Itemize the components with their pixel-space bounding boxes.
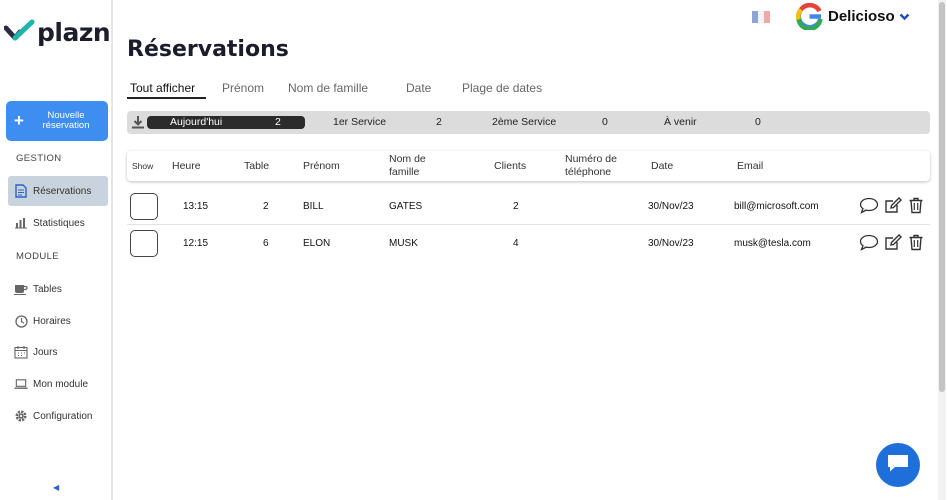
cell-clients: 2: [513, 201, 519, 212]
tab-tout-afficher[interactable]: Tout afficher: [130, 81, 195, 95]
header-show: Show: [132, 160, 154, 171]
service1-label[interactable]: 1er Service: [333, 116, 386, 129]
header-table[interactable]: Table: [244, 151, 269, 181]
sidebar-item-mon-module[interactable]: Mon module: [8, 369, 108, 399]
edit-icon[interactable]: [884, 234, 903, 251]
upcoming-label[interactable]: À venir: [664, 116, 697, 129]
table-header: Show Heure Table Prénom Nom de famille C…: [127, 151, 930, 181]
coffee-cup-icon: [14, 282, 28, 296]
edit-icon[interactable]: [884, 197, 903, 214]
laptop-icon: [14, 377, 28, 391]
scrollbar-thumb[interactable]: [939, 2, 945, 392]
cell-table: 2: [263, 201, 269, 212]
cell-date: 30/Nov/23: [648, 238, 694, 249]
new-reservation-button[interactable]: + Nouvelle réservation: [6, 101, 108, 141]
table-row[interactable]: 13:15 2 BILL GATES 2 30/Nov/23 bill@micr…: [127, 188, 930, 225]
page-scrollbar[interactable]: [938, 0, 946, 500]
stats-bar: Aujourd'hui 2 1er Service 2 2ème Service…: [127, 111, 930, 134]
header-email[interactable]: Email: [737, 151, 763, 181]
cell-nom: MUSK: [389, 238, 418, 249]
cell-prenom: ELON: [303, 238, 331, 249]
cell-nom: GATES: [389, 201, 423, 212]
cell-email: bill@microsoft.com: [734, 201, 819, 212]
sidebar-item-tables[interactable]: Tables: [8, 274, 108, 304]
chat-button[interactable]: [876, 443, 920, 487]
sidebar: plazn + Nouvelle réservation GESTION Rés…: [0, 0, 113, 500]
chevron-down-icon: [899, 13, 910, 21]
header-date[interactable]: Date: [651, 151, 673, 181]
collapse-sidebar-icon[interactable]: ◀: [53, 483, 59, 492]
cell-table: 6: [263, 238, 269, 249]
new-reservation-label: Nouvelle réservation: [42, 110, 90, 131]
checkmark-logo-icon: [3, 19, 36, 46]
table-row[interactable]: 12:15 6 ELON MUSK 4 30/Nov/23 musk@tesla…: [127, 225, 930, 262]
section-title-gestion: GESTION: [16, 153, 62, 164]
calendar-icon: [14, 345, 28, 359]
service2-label[interactable]: 2ème Service: [492, 116, 556, 129]
document-icon: [14, 184, 28, 198]
restaurant-selector[interactable]: Delicioso: [828, 8, 910, 25]
show-checkbox[interactable]: [130, 230, 158, 257]
row-actions: [859, 234, 924, 251]
plazn-logo[interactable]: plazn: [3, 18, 111, 47]
show-checkbox[interactable]: [130, 193, 158, 220]
tab-prenom[interactable]: Prénom: [222, 81, 264, 95]
cell-date: 30/Nov/23: [648, 201, 694, 212]
sidebar-item-label: Réservations: [33, 185, 92, 197]
header-heure[interactable]: Heure: [172, 151, 201, 181]
today-filter[interactable]: Aujourd'hui 2: [147, 116, 305, 129]
cell-email: musk@tesla.com: [734, 238, 811, 249]
trash-icon[interactable]: [908, 234, 924, 251]
clock-icon: [14, 314, 28, 328]
google-icon: [796, 2, 823, 32]
sidebar-item-label: Configuration: [33, 410, 93, 422]
cell-heure: 12:15: [183, 238, 209, 249]
french-flag-icon[interactable]: [752, 11, 770, 23]
header-prenom[interactable]: Prénom: [303, 151, 340, 181]
chat-bubble-icon: [886, 452, 910, 479]
sidebar-item-label: Horaires: [33, 315, 71, 327]
section-title-module: MODULE: [16, 251, 60, 262]
today-count: 2: [275, 116, 281, 128]
sidebar-item-label: Mon module: [33, 378, 89, 390]
logo-text: plazn: [37, 18, 111, 47]
upcoming-count: 0: [755, 116, 761, 128]
restaurant-name: Delicioso: [828, 8, 895, 25]
sidebar-item-horaires[interactable]: Horaires: [8, 306, 108, 336]
active-tab-underline: [127, 97, 206, 99]
service1-count: 2: [436, 116, 442, 128]
gear-icon: [14, 409, 28, 423]
header-nom-de-famille[interactable]: Nom de famille: [389, 151, 449, 181]
tab-nom-de-famille[interactable]: Nom de famille: [288, 81, 368, 95]
tab-date[interactable]: Date: [406, 81, 431, 95]
page-title: Réservations: [127, 37, 289, 62]
sidebar-item-label: Tables: [33, 283, 62, 295]
header-telephone[interactable]: Numéro de téléphone: [565, 151, 635, 181]
plus-icon: +: [14, 111, 24, 130]
comment-icon[interactable]: [859, 234, 879, 251]
download-icon[interactable]: [131, 115, 145, 132]
sidebar-item-reservations[interactable]: Réservations: [8, 176, 108, 206]
cell-heure: 13:15: [183, 201, 209, 212]
today-label: Aujourd'hui: [170, 116, 223, 128]
sidebar-item-jours[interactable]: Jours: [8, 337, 108, 367]
sidebar-item-statistiques[interactable]: Statistiques: [8, 208, 108, 238]
comment-icon[interactable]: [859, 197, 879, 214]
tab-plage-de-dates[interactable]: Plage de dates: [462, 81, 542, 95]
row-actions: [859, 197, 924, 214]
trash-icon[interactable]: [908, 197, 924, 214]
header-clients[interactable]: Clients: [494, 151, 526, 181]
bar-chart-icon: [14, 216, 28, 230]
sidebar-item-label: Statistiques: [33, 217, 85, 229]
sidebar-item-label: Jours: [33, 346, 58, 358]
cell-clients: 4: [513, 238, 519, 249]
service2-count: 0: [602, 116, 608, 128]
cell-prenom: BILL: [303, 201, 324, 212]
sidebar-item-configuration[interactable]: Configuration: [8, 401, 108, 431]
